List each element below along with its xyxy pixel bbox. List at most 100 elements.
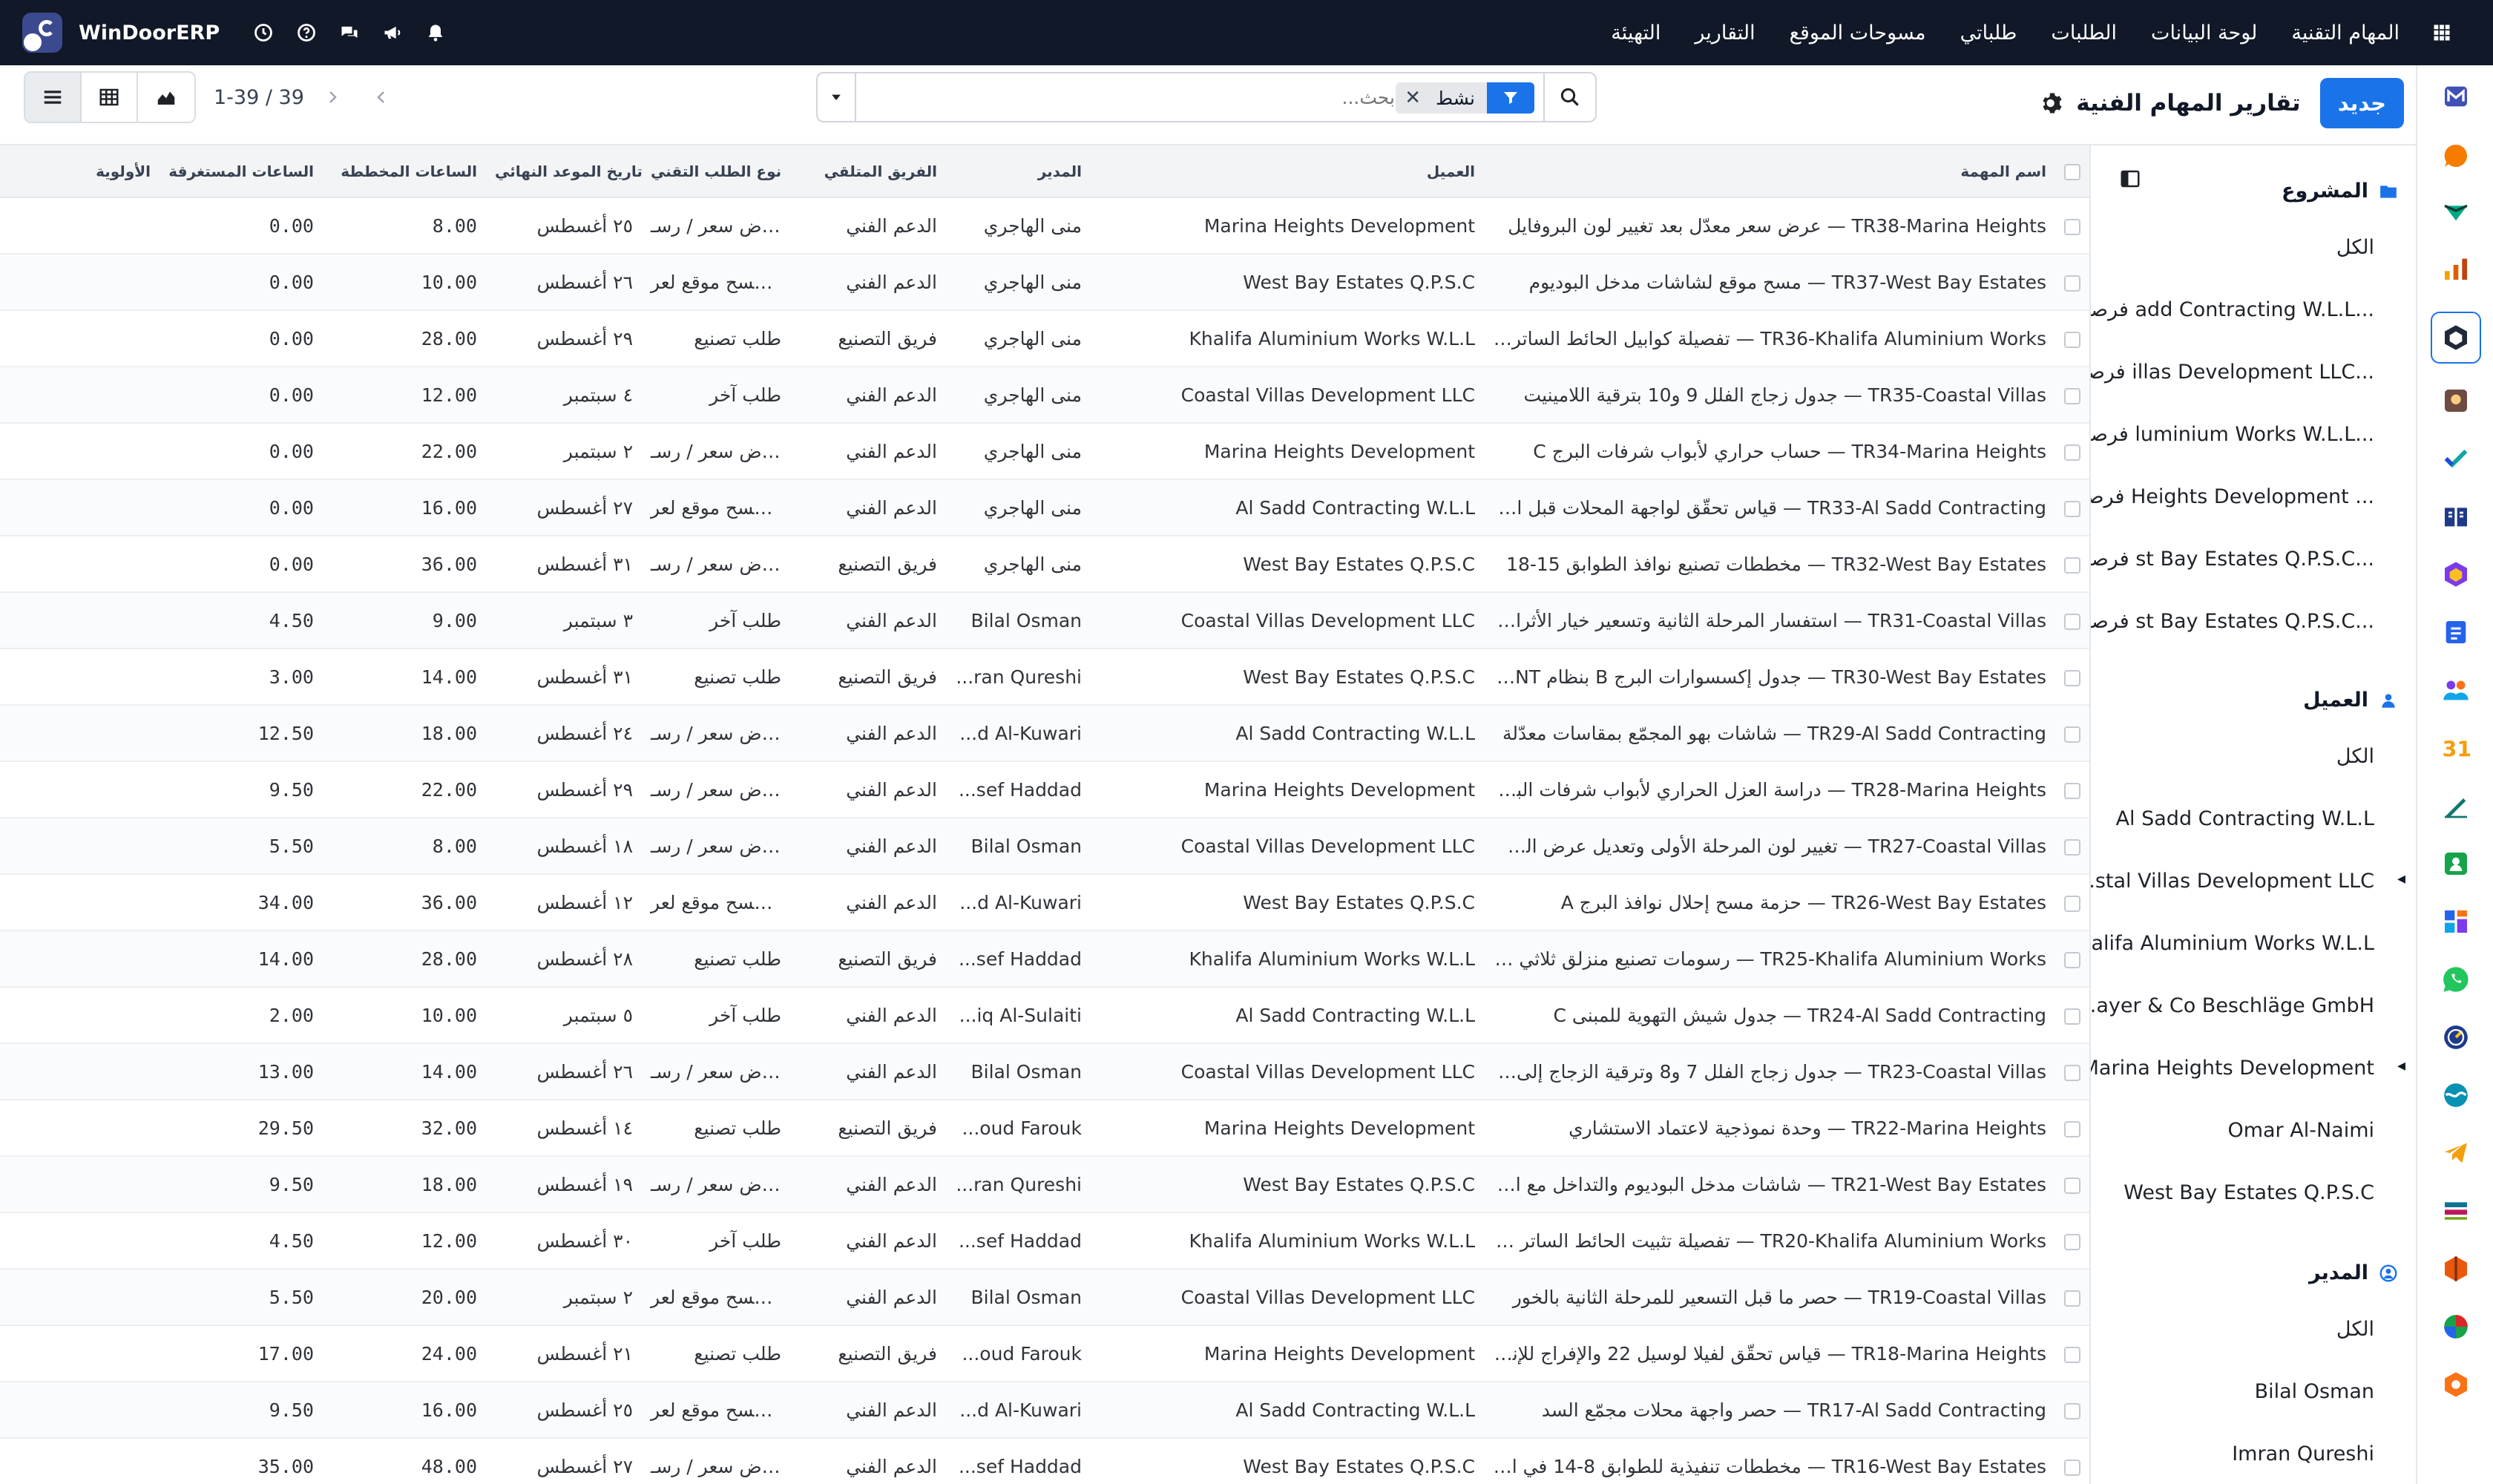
mail-app-icon[interactable]	[2438, 79, 2474, 114]
accounting-app-icon[interactable]	[2438, 193, 2474, 229]
col-client[interactable]: العميل	[1091, 145, 1484, 198]
spreadsheet-app-icon[interactable]	[2438, 1309, 2474, 1345]
row-checkbox[interactable]	[2055, 818, 2089, 874]
project-filter-item[interactable]: فرصة st Bay Estates Q.P.S.C...	[2091, 610, 2374, 633]
help-icon[interactable]	[285, 11, 328, 54]
project-filter-item[interactable]: فرصة st Bay Estates Q.P.S.C...	[2091, 548, 2374, 571]
row-checkbox[interactable]	[2055, 197, 2089, 254]
table-row[interactable]: 12.50 18.00 ٢٤ أغسطس عرض سعر / رسـ... الدعم …	[0, 705, 2089, 761]
menu-dashboard[interactable]: لوحة البيانات	[2151, 22, 2257, 45]
apps-grid-icon[interactable]	[2420, 11, 2463, 54]
row-checkbox[interactable]	[2055, 874, 2089, 930]
panel-toggle-icon[interactable]	[2119, 168, 2141, 190]
menu-technical-tasks[interactable]: المهام التقنية	[2291, 22, 2400, 45]
table-row[interactable]: 2.00 10.00 ٥ سبتمبر طلب آخر الدعم الفني ...iq…	[0, 987, 2089, 1043]
row-checkbox[interactable]	[2055, 930, 2089, 987]
new-button[interactable]: جديد	[2319, 78, 2404, 128]
project-app-icon[interactable]	[2438, 441, 2474, 476]
table-row[interactable]: 4.50 9.00 ٣ سبتمبر طلب آخر الدعم الفني Bilal …	[0, 592, 2089, 649]
photos-app-icon[interactable]	[2438, 383, 2474, 418]
table-row[interactable]: 17.00 24.00 ٢١ أغسطس طلب تصنيع فريق التصنيع.…	[0, 1325, 2089, 1382]
col-priority[interactable]: الأولوية	[0, 145, 160, 198]
documents-app-icon[interactable]	[2438, 614, 2474, 650]
graph-view-button[interactable]	[138, 73, 194, 122]
notification-bell-icon[interactable]	[414, 11, 457, 54]
col-manager[interactable]: المدير	[946, 145, 1091, 198]
filter-facet[interactable]: ✕ نشط	[1396, 82, 1534, 114]
pager-next-button[interactable]	[361, 73, 402, 122]
technical-tasks-app-icon[interactable]	[2431, 312, 2481, 364]
pivot-view-button[interactable]	[82, 73, 138, 122]
col-task-name[interactable]: اسم المهمة	[1484, 145, 2055, 198]
row-checkbox[interactable]	[2055, 987, 2089, 1043]
client-filter-item[interactable]: ...ayer & Co Beschläge GmbH	[2091, 994, 2374, 1017]
select-all-checkbox[interactable]	[2055, 145, 2089, 198]
table-row[interactable]: 0.00 10.00 ٢٦ أغسطس مسح موقع لعر... الدعم ال…	[0, 254, 2089, 310]
table-row[interactable]: 5.50 8.00 ١٨ أغسطس عرض سعر / رسـ... الدعم ال…	[0, 818, 2089, 874]
gear-icon[interactable]	[2039, 90, 2066, 116]
company-name[interactable]: WinDoorERP	[79, 22, 220, 45]
chat-icon[interactable]	[328, 11, 371, 54]
maintenance-app-icon[interactable]	[2438, 1367, 2474, 1402]
search-options-toggle[interactable]	[818, 73, 856, 121]
client-filter-item[interactable]: ...alifa Aluminium Works W.L.L	[2091, 932, 2374, 955]
client-filter-item[interactable]: ...stal Villas Development LLC	[2091, 870, 2405, 893]
search-button[interactable]	[1543, 73, 1595, 121]
menu-my-requests[interactable]: طلباتي	[1960, 22, 2017, 45]
table-row[interactable]: 4.50 12.00 ٣٠ أغسطس طلب آخر الدعم الفني ...se…	[0, 1212, 2089, 1269]
row-checkbox[interactable]	[2055, 1212, 2089, 1269]
table-row[interactable]: 0.00 16.00 ٢٧ أغسطس مسح موقع لعر... الدعم ال…	[0, 479, 2089, 536]
client-filter-item[interactable]: West Bay Estates Q.P.S.C	[2124, 1181, 2374, 1204]
col-planned-hours[interactable]: الساعات المخططة	[323, 145, 486, 198]
table-row[interactable]: 0.00 22.00 ٢ سبتمبر عرض سعر / رسـ... الدعم ا…	[0, 423, 2089, 479]
row-checkbox[interactable]	[2055, 536, 2089, 592]
table-row[interactable]: 9.50 22.00 ٢٩ أغسطس عرض سعر / رسـ... الدعم ا…	[0, 761, 2089, 818]
row-checkbox[interactable]	[2055, 1043, 2089, 1100]
project-filter-item[interactable]: فرصة illas Development LLC...	[2091, 361, 2374, 384]
time-off-app-icon[interactable]	[2438, 1020, 2474, 1055]
manager-filter-item[interactable]: Imran Qureshi	[2232, 1442, 2374, 1465]
facet-remove-icon[interactable]: ✕	[1396, 82, 1425, 114]
user-avatar[interactable]	[22, 13, 62, 53]
manager-filter-item[interactable]: Bilal Osman	[2255, 1380, 2374, 1403]
row-checkbox[interactable]	[2055, 367, 2089, 423]
menu-site-surveys[interactable]: مسوحات الموقع	[1790, 22, 1926, 45]
dashboards-app-icon[interactable]	[2438, 904, 2474, 939]
row-checkbox[interactable]	[2055, 1100, 2089, 1156]
project-filter-item[interactable]: فرصة add Contracting W.L.L...	[2091, 298, 2374, 321]
table-row[interactable]: 35.00 48.00 ٢٧ أغسطس عرض سعر / رسـ... الدعم …	[0, 1438, 2089, 1484]
col-deadline[interactable]: تاريخ الموعد النهائي	[486, 145, 642, 198]
row-checkbox[interactable]	[2055, 705, 2089, 761]
row-checkbox[interactable]	[2055, 1156, 2089, 1212]
timesheets-app-icon[interactable]	[2438, 1193, 2474, 1229]
table-row[interactable]: 9.50 18.00 ١٩ أغسطس عرض سعر / رسـ... الدعم ا…	[0, 1156, 2089, 1212]
table-row[interactable]: 0.00 28.00 ٢٩ أغسطس طلب تصنيع فريق التصنيع من…	[0, 310, 2089, 367]
row-checkbox[interactable]	[2055, 1325, 2089, 1382]
row-checkbox[interactable]	[2055, 649, 2089, 705]
col-request-type[interactable]: نوع الطلب التقني	[642, 145, 790, 198]
menu-configuration[interactable]: التهيئة	[1611, 22, 1661, 45]
contacts-app-icon[interactable]	[2438, 846, 2474, 881]
menu-requests[interactable]: الطلبات	[2051, 22, 2117, 45]
table-row[interactable]: 14.00 28.00 ٢٨ أغسطس طلب تصنيع فريق التصنيع.…	[0, 930, 2089, 987]
manager-filter-item[interactable]: الكل	[2336, 1318, 2374, 1341]
whatsapp-app-icon[interactable]	[2438, 962, 2474, 997]
project-filter-item[interactable]: الكل	[2336, 236, 2374, 259]
inventory-app-icon[interactable]	[2438, 556, 2474, 592]
row-checkbox[interactable]	[2055, 479, 2089, 536]
row-checkbox[interactable]	[2055, 423, 2089, 479]
row-checkbox[interactable]	[2055, 310, 2089, 367]
row-checkbox[interactable]	[2055, 1438, 2089, 1484]
col-spent-hours[interactable]: الساعات المستغرقة	[160, 145, 323, 198]
table-row[interactable]: 9.50 16.00 ٢٥ أغسطس مسح موقع لعر... الدعم ال…	[0, 1382, 2089, 1438]
table-row[interactable]: 29.50 32.00 ١٤ أغسطس طلب تصنيع فريق التصنيع.…	[0, 1100, 2089, 1156]
col-receiving-team[interactable]: الفريق المتلقي	[790, 145, 946, 198]
table-row[interactable]: 0.00 12.00 ٤ سبتمبر طلب آخر الدعم الفني منى ا…	[0, 367, 2089, 423]
manufacturing-app-icon[interactable]	[2438, 1251, 2474, 1287]
client-filter-item[interactable]: الكل	[2336, 745, 2374, 768]
row-checkbox[interactable]	[2055, 761, 2089, 818]
menu-reports[interactable]: التقارير	[1695, 22, 1755, 45]
list-view-button[interactable]	[25, 73, 82, 122]
discuss-app-icon[interactable]	[2438, 138, 2474, 174]
table-row[interactable]: 0.00 8.00 ٢٥ أغسطس عرض سعر / رسـ... الدعم ال…	[0, 197, 2089, 254]
